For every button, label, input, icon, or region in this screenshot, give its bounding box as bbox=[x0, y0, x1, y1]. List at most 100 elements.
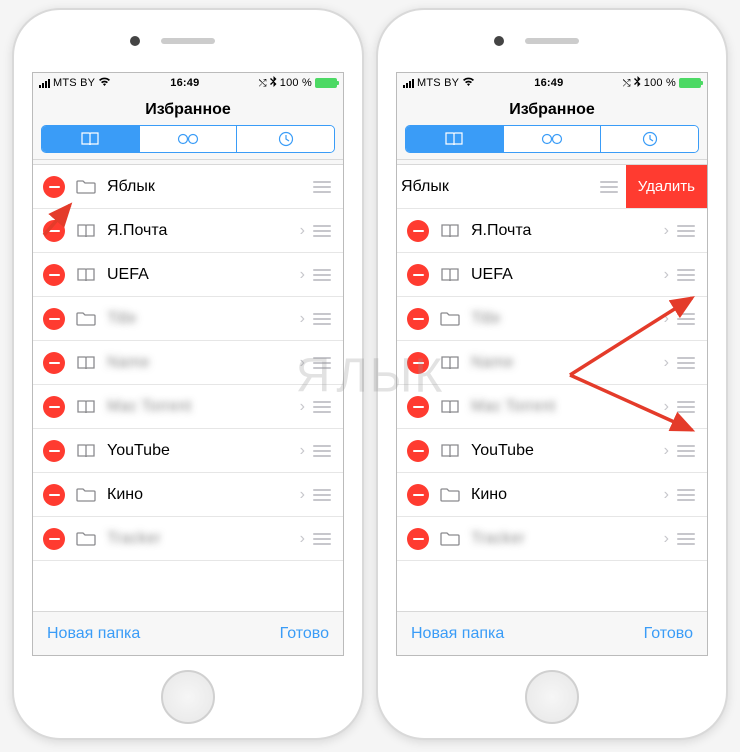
tab-reading-list[interactable] bbox=[139, 126, 237, 152]
tab-history[interactable] bbox=[600, 126, 698, 152]
segmented-control[interactable] bbox=[41, 125, 335, 153]
reorder-handle-icon[interactable] bbox=[311, 401, 333, 413]
delete-control-icon[interactable] bbox=[407, 396, 429, 418]
list-item[interactable]: UEFA› bbox=[33, 253, 343, 297]
delete-control-icon[interactable] bbox=[43, 352, 65, 374]
reorder-handle-icon[interactable] bbox=[675, 269, 697, 281]
chevron-right-icon: › bbox=[664, 310, 669, 328]
delete-control-icon[interactable] bbox=[43, 440, 65, 462]
list-item[interactable]: UEFA› bbox=[397, 253, 707, 297]
new-folder-button[interactable]: Новая папка bbox=[47, 625, 140, 643]
list-item-label: Яблык bbox=[107, 178, 311, 196]
delete-control-icon[interactable] bbox=[43, 308, 65, 330]
reorder-handle-icon[interactable] bbox=[675, 533, 697, 545]
delete-control-icon[interactable] bbox=[43, 484, 65, 506]
list-item[interactable]: ЯблыкУдалить bbox=[397, 165, 707, 209]
home-button[interactable] bbox=[525, 670, 579, 724]
delete-control-icon[interactable] bbox=[407, 352, 429, 374]
chevron-right-icon: › bbox=[664, 530, 669, 548]
delete-control-icon[interactable] bbox=[43, 528, 65, 550]
folder-icon bbox=[75, 487, 97, 503]
bookmark-icon bbox=[75, 355, 97, 371]
list-item-label: Mac Torrent bbox=[107, 398, 294, 416]
segmented-control[interactable] bbox=[405, 125, 699, 153]
chevron-right-icon: › bbox=[300, 354, 305, 372]
earpiece-speaker bbox=[161, 38, 215, 44]
bookmark-icon bbox=[439, 443, 461, 459]
list-item-label: Title bbox=[471, 310, 658, 328]
list-item[interactable]: Name› bbox=[397, 341, 707, 385]
chevron-right-icon: › bbox=[664, 398, 669, 416]
delete-control-icon[interactable] bbox=[407, 484, 429, 506]
reorder-handle-icon[interactable] bbox=[311, 313, 333, 325]
tab-bookmarks[interactable] bbox=[406, 126, 503, 152]
reorder-handle-icon[interactable] bbox=[311, 357, 333, 369]
list-item-label: Title bbox=[107, 310, 294, 328]
list-item[interactable]: Я.Почта› bbox=[397, 209, 707, 253]
chevron-right-icon: › bbox=[300, 486, 305, 504]
list-item-label: Кино bbox=[471, 486, 658, 504]
reorder-handle-icon[interactable] bbox=[311, 225, 333, 237]
bookmark-icon bbox=[75, 267, 97, 283]
list-item[interactable]: Title› bbox=[33, 297, 343, 341]
list-item[interactable]: Name› bbox=[33, 341, 343, 385]
reorder-handle-icon[interactable] bbox=[311, 445, 333, 457]
list-item[interactable]: Title › bbox=[397, 297, 707, 341]
reorder-handle-icon[interactable] bbox=[675, 445, 697, 457]
new-folder-button[interactable]: Новая папка bbox=[411, 625, 504, 643]
reorder-handle-icon[interactable] bbox=[675, 401, 697, 413]
chevron-right-icon: › bbox=[300, 442, 305, 460]
folder-icon bbox=[75, 531, 97, 547]
delete-control-icon[interactable] bbox=[407, 440, 429, 462]
tab-reading-list[interactable] bbox=[503, 126, 601, 152]
list-item[interactable]: Tracker› bbox=[397, 517, 707, 561]
delete-control-icon[interactable] bbox=[407, 264, 429, 286]
reorder-handle-icon[interactable] bbox=[311, 181, 333, 193]
chevron-right-icon: › bbox=[300, 530, 305, 548]
delete-control-icon[interactable] bbox=[43, 176, 65, 198]
delete-control-icon[interactable] bbox=[407, 528, 429, 550]
front-camera bbox=[130, 36, 140, 46]
alarm-icon: ⤭ bbox=[259, 78, 267, 89]
delete-control-icon[interactable] bbox=[43, 220, 65, 242]
list-item-label: Я.Почта bbox=[471, 222, 658, 240]
folder-icon bbox=[439, 311, 461, 327]
done-button[interactable]: Готово bbox=[280, 625, 329, 643]
list-item[interactable]: Mac Torrent› bbox=[33, 385, 343, 429]
status-time: 16:49 bbox=[170, 77, 199, 89]
signal-icon bbox=[403, 78, 414, 88]
list-item[interactable]: Кино› bbox=[33, 473, 343, 517]
list-item[interactable]: Яблык bbox=[33, 165, 343, 209]
folder-icon bbox=[75, 311, 97, 327]
delete-control-icon[interactable] bbox=[43, 264, 65, 286]
list-item[interactable]: Tracker› bbox=[33, 517, 343, 561]
delete-control-icon[interactable] bbox=[43, 396, 65, 418]
reorder-handle-icon[interactable] bbox=[675, 313, 697, 325]
list-item-label: Name bbox=[471, 354, 658, 372]
nav-header: Избранное bbox=[33, 93, 343, 165]
home-button[interactable] bbox=[161, 670, 215, 724]
list-item[interactable]: Mac Torrent› bbox=[397, 385, 707, 429]
bookmark-icon bbox=[75, 399, 97, 415]
tab-bookmarks[interactable] bbox=[42, 126, 139, 152]
reorder-handle-icon[interactable] bbox=[598, 181, 620, 193]
chevron-right-icon: › bbox=[300, 222, 305, 240]
list-item[interactable]: Кино› bbox=[397, 473, 707, 517]
tab-history[interactable] bbox=[236, 126, 334, 152]
reorder-handle-icon[interactable] bbox=[311, 489, 333, 501]
battery-percent: 100 % bbox=[280, 77, 312, 89]
delete-button[interactable]: Удалить bbox=[626, 165, 707, 208]
reorder-handle-icon[interactable] bbox=[675, 489, 697, 501]
reorder-handle-icon[interactable] bbox=[675, 357, 697, 369]
list-item[interactable]: YouTube› bbox=[33, 429, 343, 473]
toolbar: Новая папка Готово bbox=[397, 611, 707, 655]
delete-control-icon[interactable] bbox=[407, 308, 429, 330]
reorder-handle-icon[interactable] bbox=[311, 269, 333, 281]
delete-control-icon[interactable] bbox=[407, 220, 429, 242]
list-item[interactable]: YouTube› bbox=[397, 429, 707, 473]
list-item[interactable]: Я.Почта› bbox=[33, 209, 343, 253]
done-button[interactable]: Готово bbox=[644, 625, 693, 643]
reorder-handle-icon[interactable] bbox=[311, 533, 333, 545]
reorder-handle-icon[interactable] bbox=[675, 225, 697, 237]
bookmarks-list-left: ЯблыкЯ.Почта›UEFA›Title›Name›Mac Torrent… bbox=[33, 165, 343, 611]
